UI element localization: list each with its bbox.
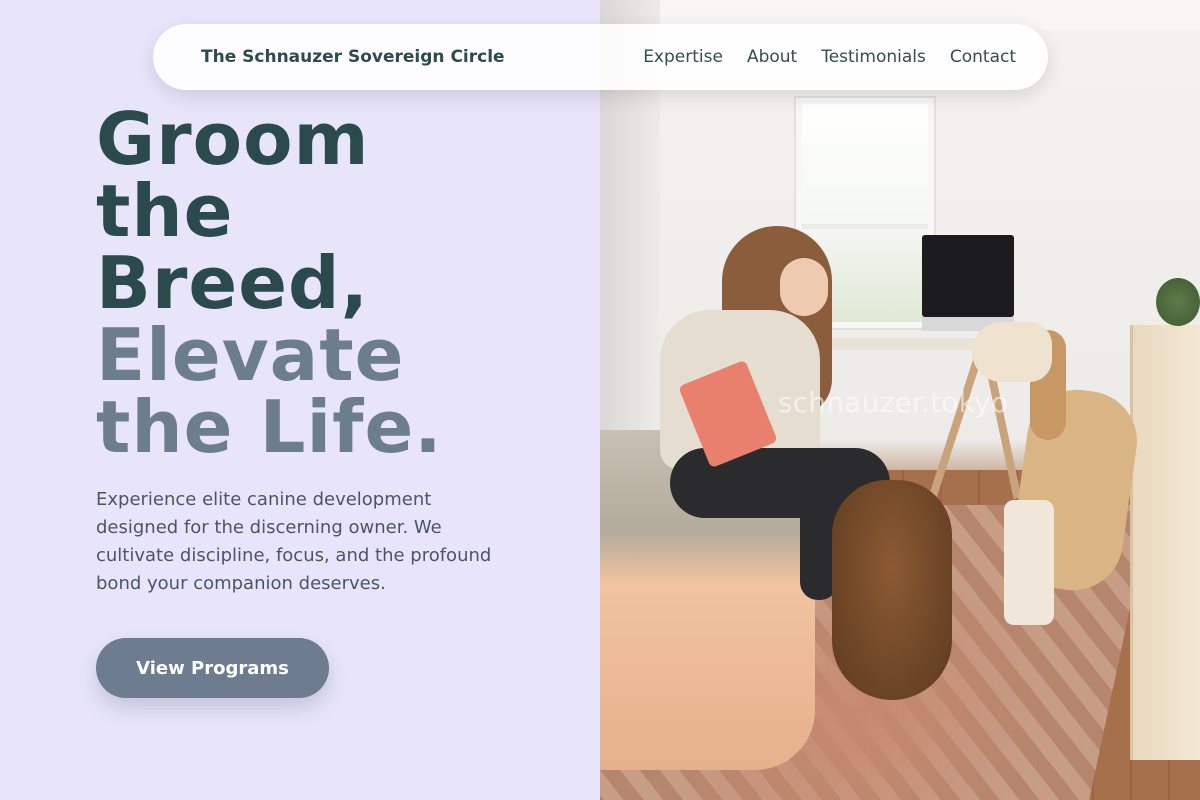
nav-links: Expertise About Testimonials Contact <box>643 47 1016 67</box>
headline-line: Breed, <box>96 241 369 325</box>
nav-link-testimonials[interactable]: Testimonials <box>821 47 926 67</box>
navbar: The Schnauzer Sovereign Circle Expertise… <box>153 24 1048 90</box>
photo-woman-face <box>780 258 828 316</box>
headline-line: the <box>96 169 234 253</box>
photo-plant <box>1156 278 1200 326</box>
headline-line-muted: Elevate <box>96 313 405 397</box>
brand-name[interactable]: The Schnauzer Sovereign Circle <box>201 47 505 67</box>
nav-link-contact[interactable]: Contact <box>950 47 1016 67</box>
headline-line-muted: the Life. <box>96 385 443 469</box>
photo-saluki-legs <box>1004 500 1054 625</box>
headline-line: Groom <box>96 97 370 181</box>
hero-photo: schnauzer.tokyo <box>600 0 1200 800</box>
view-programs-button[interactable]: View Programs <box>96 638 329 698</box>
hero-headline: Groom the Breed, Elevate the Life. <box>96 103 576 463</box>
photo-saluki-head <box>972 322 1052 382</box>
nav-link-expertise[interactable]: Expertise <box>643 47 723 67</box>
hero-description: Experience elite canine development desi… <box>96 489 492 594</box>
photo-cabinet <box>1130 325 1200 760</box>
photo-watermark: schnauzer.tokyo <box>778 386 1009 419</box>
nav-link-about[interactable]: About <box>747 47 797 67</box>
photo-monitor <box>922 235 1014 331</box>
photo-brown-dog <box>832 480 952 700</box>
